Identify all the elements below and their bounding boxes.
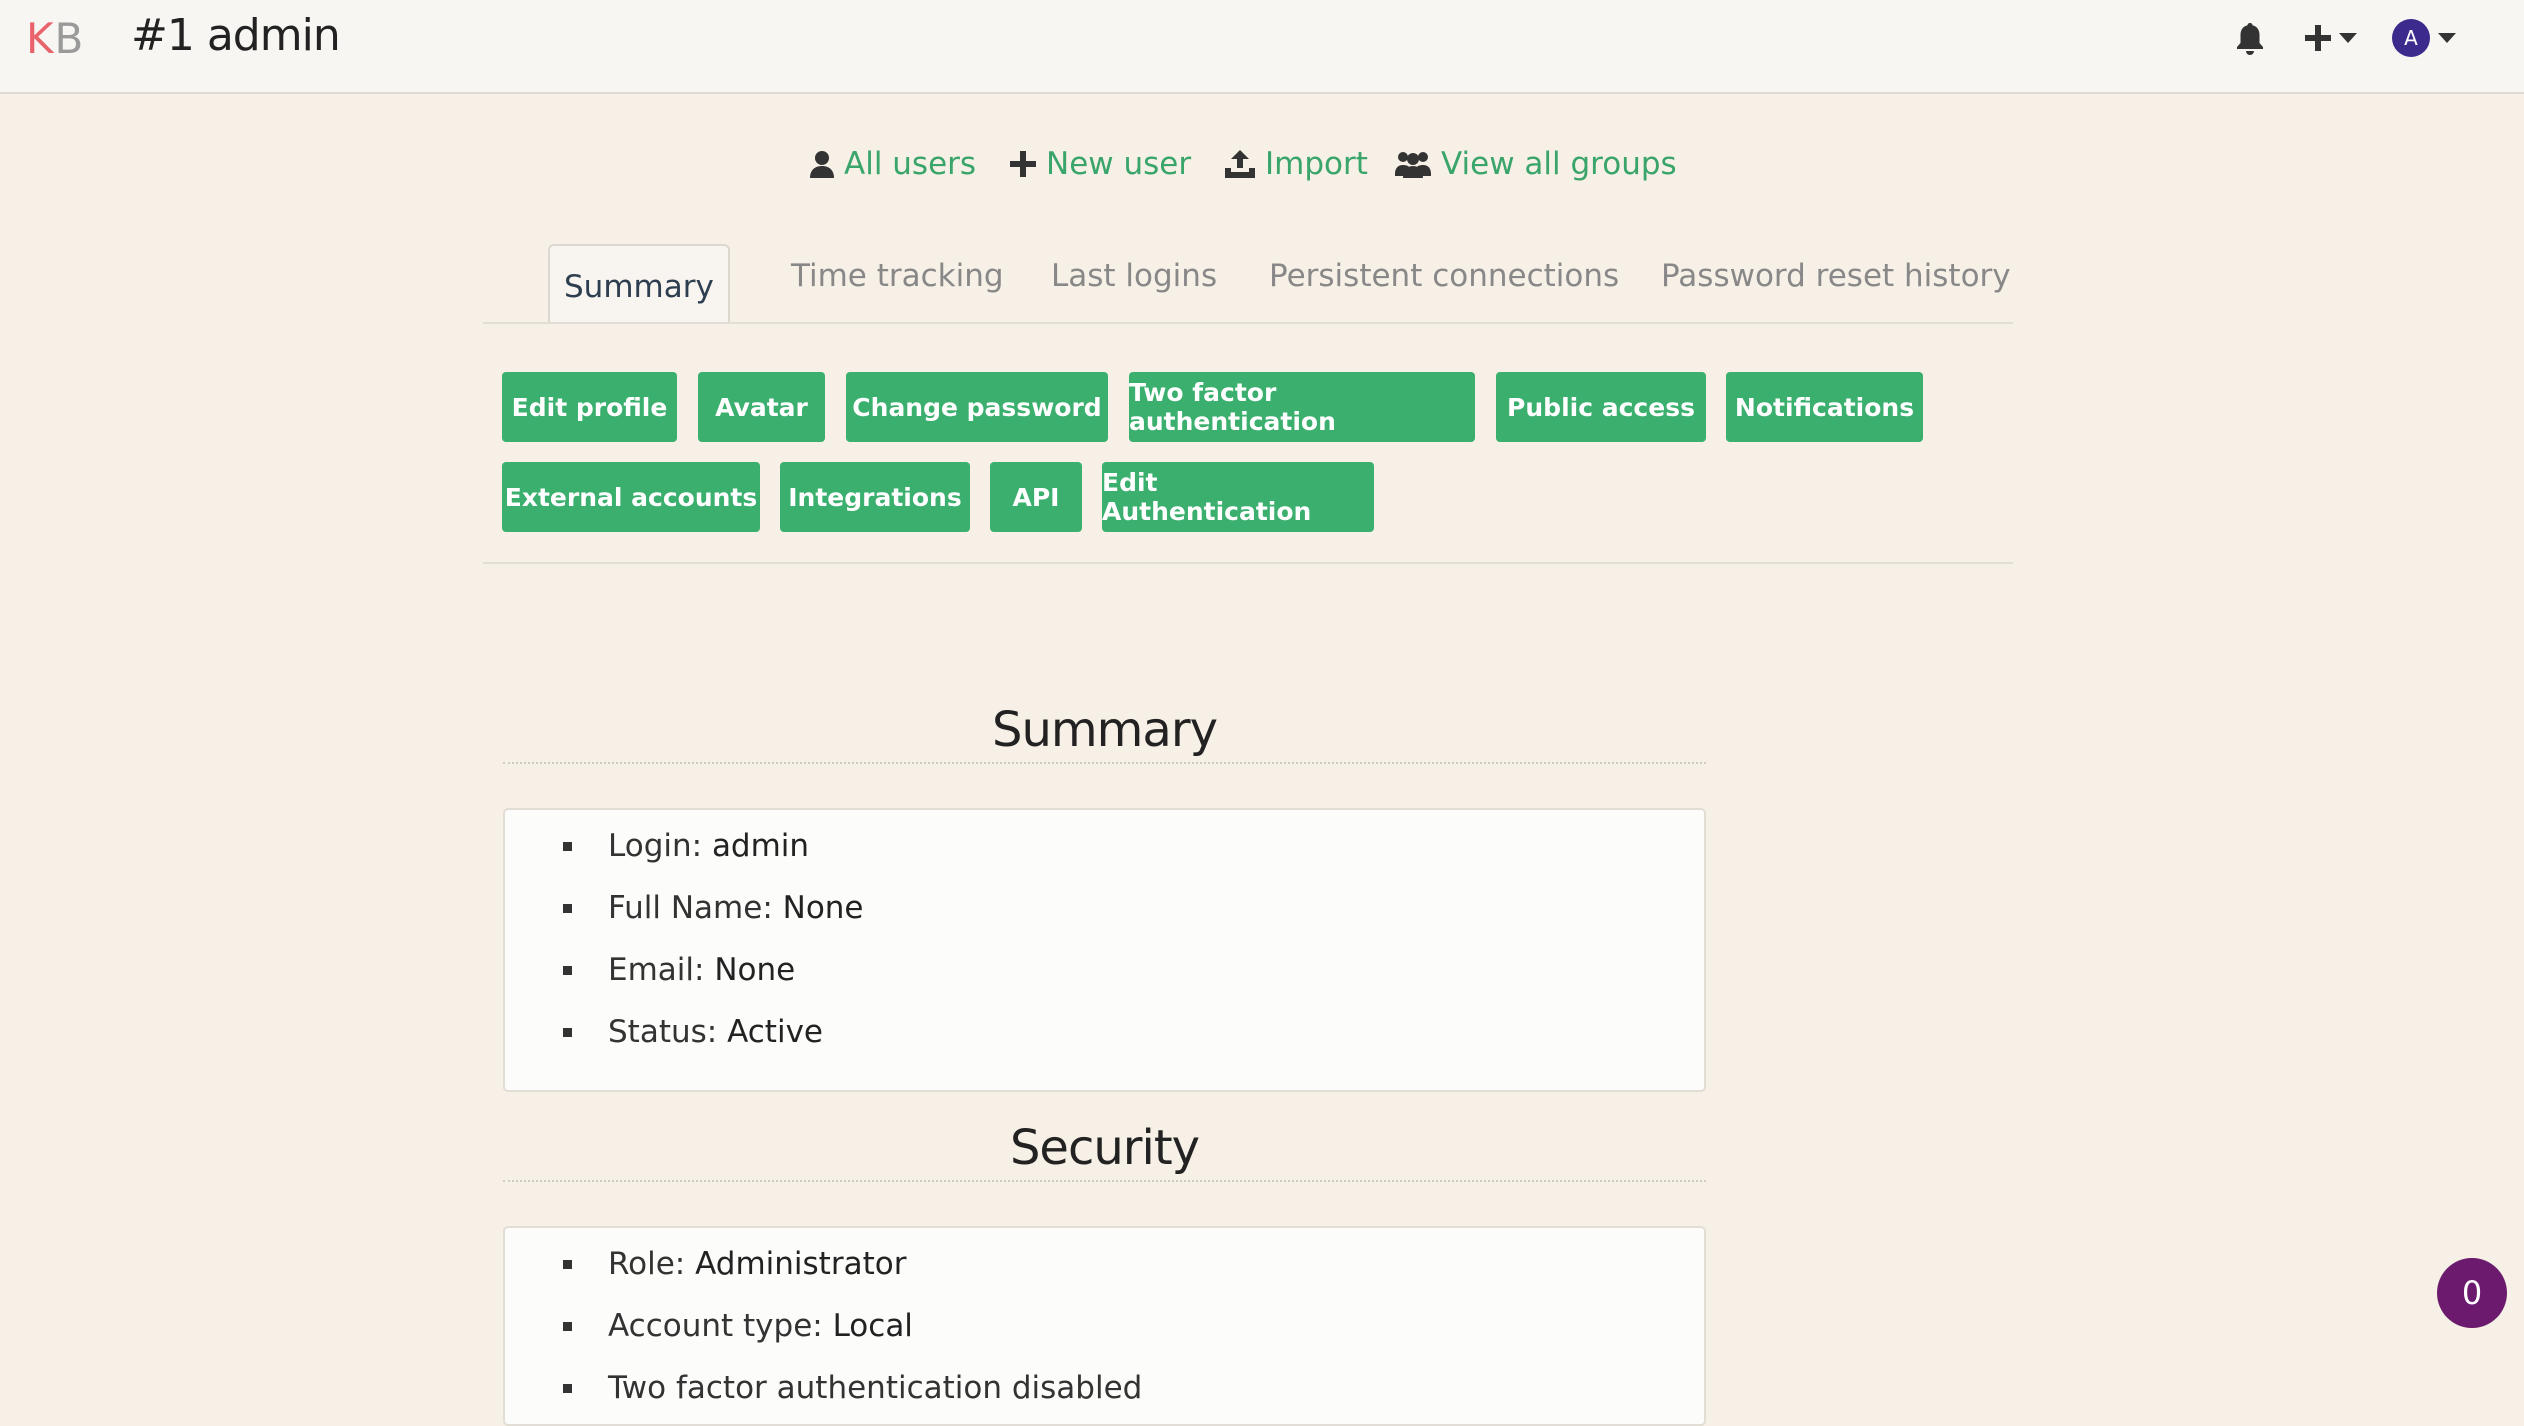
notification-count-badge[interactable]: 0 <box>2437 1258 2507 1328</box>
change-password-button[interactable]: Change password <box>846 372 1108 442</box>
new-user-label: New user <box>1046 146 1192 182</box>
avatar-button[interactable]: Avatar <box>698 372 825 442</box>
tab-password-reset-history[interactable]: Password reset history <box>1661 258 2011 294</box>
api-button[interactable]: API <box>990 462 1082 532</box>
summary-panel: Login: admin Full Name: None Email: None… <box>503 808 1706 1092</box>
security-heading: Security <box>503 1120 1706 1182</box>
app-logo[interactable]: KB <box>26 14 84 63</box>
tab-summary[interactable]: Summary <box>548 244 730 322</box>
import-link[interactable]: Import <box>1225 146 1368 182</box>
notifications-bell-icon[interactable] <box>2235 18 2265 58</box>
avatar: A <box>2392 19 2430 57</box>
actions-divider <box>483 562 2013 564</box>
users-subnav: All users New user Import View all group… <box>0 146 2524 192</box>
chevron-down-icon <box>2438 33 2456 43</box>
summary-email: Email: None <box>563 952 795 988</box>
external-accounts-button[interactable]: External accounts <box>502 462 760 532</box>
tab-persistent-connections[interactable]: Persistent connections <box>1269 258 1619 294</box>
user-menu-dropdown[interactable]: A <box>2392 18 2456 58</box>
security-panel: Role: Administrator Account type: Local … <box>503 1226 1706 1426</box>
plus-icon <box>2305 25 2331 51</box>
create-menu-dropdown[interactable] <box>2305 18 2357 58</box>
plus-icon <box>1010 151 1036 177</box>
import-label: Import <box>1265 146 1368 182</box>
user-tabs: Summary Time tracking Last logins Persis… <box>483 244 2013 324</box>
security-two-factor-status: Two factor authentication disabled <box>563 1370 1142 1406</box>
summary-status: Status: Active <box>563 1014 823 1050</box>
chevron-down-icon <box>2339 33 2357 43</box>
public-access-button[interactable]: Public access <box>1496 372 1706 442</box>
summary-login: Login: admin <box>563 828 809 864</box>
edit-authentication-button[interactable]: Edit Authentication <box>1102 462 1374 532</box>
logo-letter-k: K <box>26 14 55 63</box>
summary-full-name: Full Name: None <box>563 890 864 926</box>
top-header: KB #1 admin A <box>0 0 2524 94</box>
security-account-type: Account type: Local <box>563 1308 913 1344</box>
summary-heading: Summary <box>503 702 1706 764</box>
page-title: #1 admin <box>131 10 341 61</box>
tab-time-tracking[interactable]: Time tracking <box>791 258 1004 294</box>
all-users-link[interactable]: All users <box>810 146 976 182</box>
integrations-button[interactable]: Integrations <box>780 462 970 532</box>
all-users-label: All users <box>844 146 977 182</box>
security-role: Role: Administrator <box>563 1246 906 1282</box>
logo-letter-b: B <box>54 14 85 63</box>
upload-icon <box>1225 150 1255 178</box>
edit-profile-button[interactable]: Edit profile <box>502 372 677 442</box>
user-icon <box>810 151 834 178</box>
tab-last-logins[interactable]: Last logins <box>1051 258 1217 294</box>
two-factor-authentication-button[interactable]: Two factor authentication <box>1129 372 1475 442</box>
view-all-groups-link[interactable]: View all groups <box>1395 146 1677 182</box>
users-group-icon <box>1395 152 1431 178</box>
view-all-groups-label: View all groups <box>1441 146 1677 182</box>
new-user-link[interactable]: New user <box>1010 146 1191 182</box>
notifications-button[interactable]: Notifications <box>1726 372 1923 442</box>
